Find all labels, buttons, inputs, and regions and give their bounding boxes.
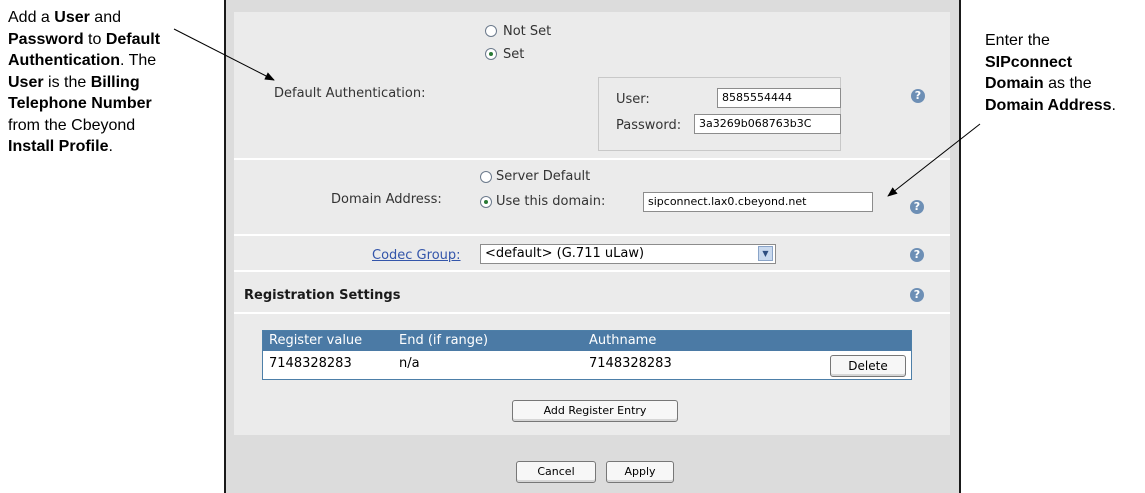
left-callout-arrow: [173, 28, 275, 81]
callout-arrows: [173, 28, 981, 197]
right-callout-arrow: [887, 123, 981, 197]
